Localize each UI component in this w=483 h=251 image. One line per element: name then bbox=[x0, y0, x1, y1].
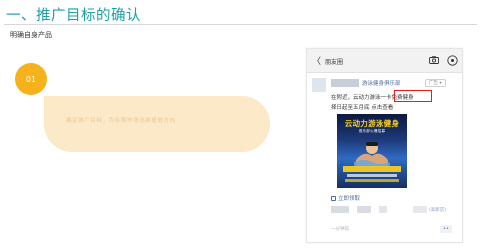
location-tag: (高新店) bbox=[429, 208, 447, 213]
poster-subline: 俱乐部火爆招募 bbox=[358, 129, 386, 133]
ellipsis-icon: •• bbox=[443, 226, 449, 232]
poster-headline: 云动力游泳健身 bbox=[344, 119, 400, 128]
moments-header: 〈 朋友圈 bbox=[307, 49, 462, 73]
swimmer-icon bbox=[354, 142, 390, 166]
avatar[interactable] bbox=[312, 78, 326, 92]
step-number: 01 bbox=[25, 74, 37, 84]
moments-title: 朋友圈 bbox=[325, 59, 344, 66]
account-name: 游泳健身俱乐部 bbox=[362, 81, 401, 87]
poster-info-line bbox=[347, 174, 397, 177]
poster-info-line bbox=[345, 179, 399, 182]
step-number-circle: 01 bbox=[15, 63, 47, 95]
post-footer: 一分钟前 •• bbox=[331, 225, 461, 235]
blurred-text bbox=[413, 206, 427, 213]
slide-title: 一、推广目标的确认 bbox=[6, 8, 141, 24]
slide: 一、推广目标的确认 明确自身产品 01 确定推广目标，为有限市场选择投放方向 〈… bbox=[0, 0, 483, 251]
step-capsule bbox=[44, 96, 270, 152]
post-text-line-2: 择日起至五月底 点击查看 bbox=[331, 105, 394, 111]
ad-poster-image[interactable]: 云动力游泳健身 俱乐部火爆招募 bbox=[337, 114, 407, 188]
link-icon bbox=[331, 196, 336, 201]
more-options-icon[interactable] bbox=[447, 55, 458, 66]
post-time: 一分钟前 bbox=[331, 227, 349, 232]
title-divider bbox=[4, 24, 477, 25]
register-link-label: 立即领取 bbox=[338, 196, 361, 202]
blurred-text bbox=[357, 206, 371, 213]
highlight-box bbox=[394, 90, 432, 102]
blurred-name bbox=[331, 79, 359, 87]
poster-banner bbox=[343, 166, 401, 172]
register-link[interactable]: 立即领取 bbox=[331, 194, 360, 202]
camera-icon[interactable] bbox=[429, 56, 439, 64]
blurred-text bbox=[331, 206, 349, 213]
back-icon[interactable]: 〈 bbox=[312, 54, 321, 67]
slide-subtitle: 明确自身产品 bbox=[10, 31, 52, 39]
blurred-text bbox=[379, 206, 387, 213]
likes-row: (高新店) bbox=[331, 205, 459, 215]
comment-button[interactable]: •• bbox=[440, 225, 452, 233]
step-text: 确定推广目标，为有限市场选择投放方向 bbox=[66, 118, 176, 124]
ad-badge[interactable]: 广告 ▾ bbox=[425, 79, 446, 87]
phone-screenshot: 〈 朋友圈 游泳健身俱乐部 广告 ▾ 在附近，云动力游泳一卡免费健身 择日起至五… bbox=[306, 48, 463, 243]
post-author[interactable]: 游泳健身俱乐部 bbox=[331, 79, 426, 88]
